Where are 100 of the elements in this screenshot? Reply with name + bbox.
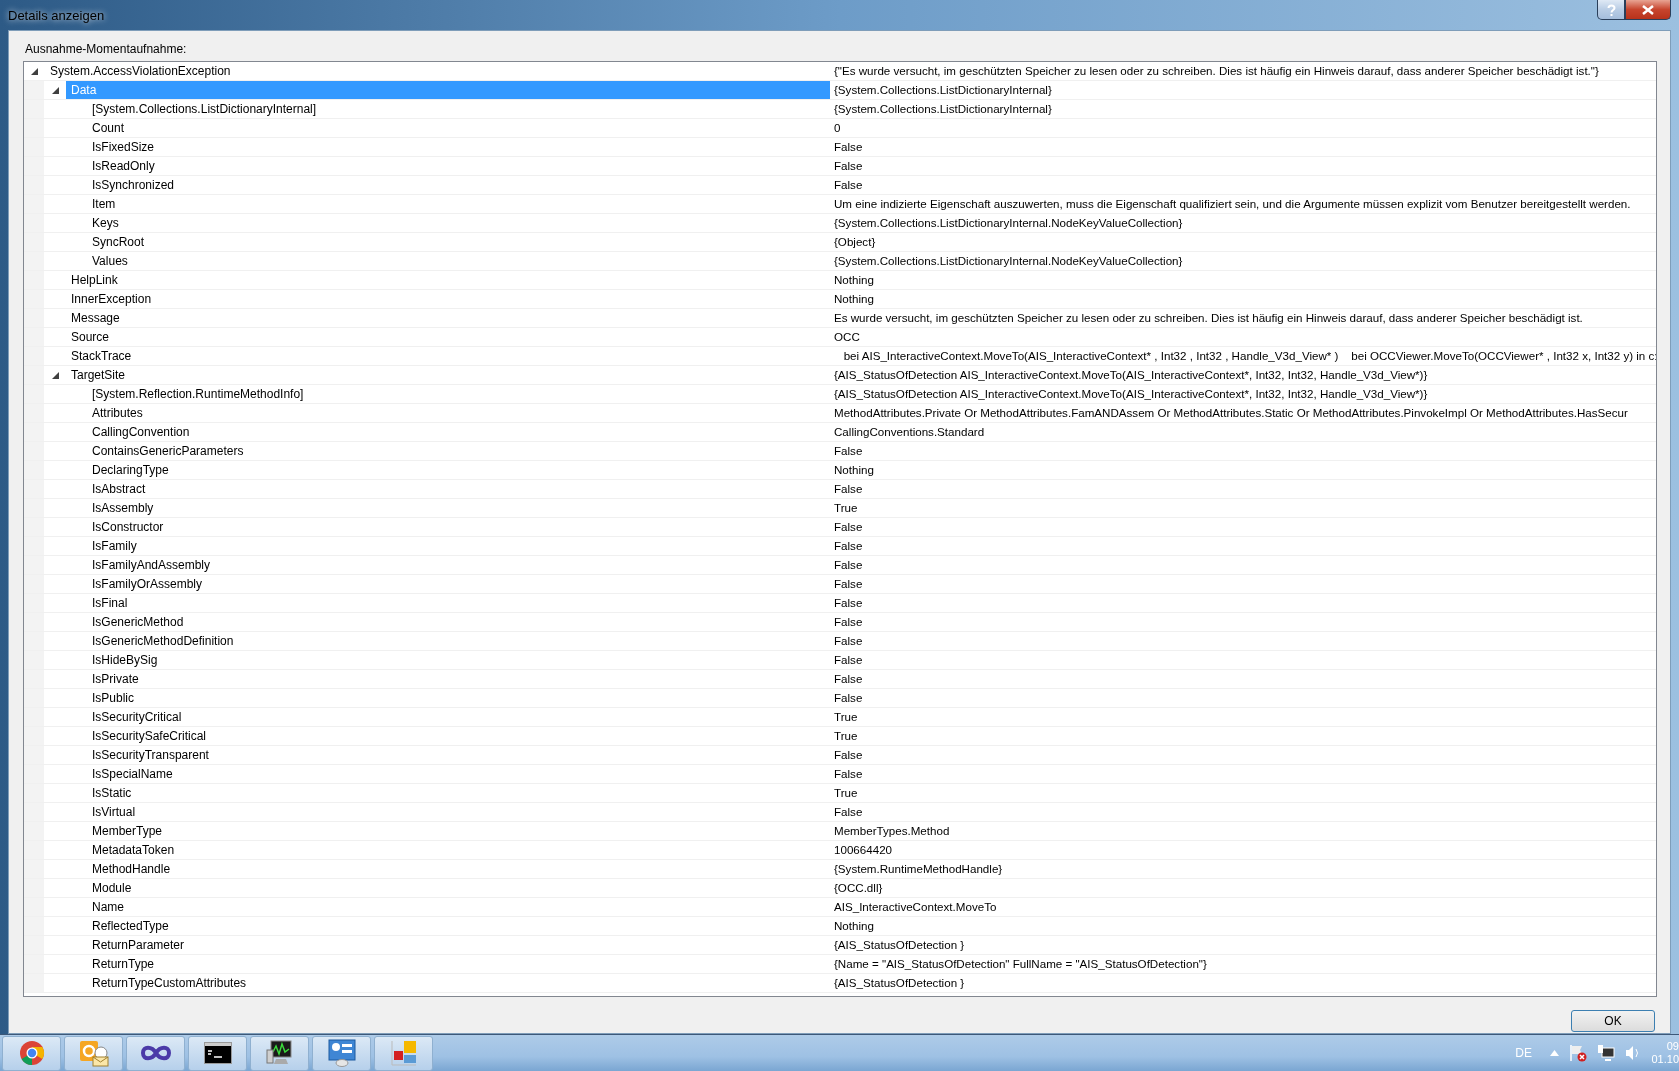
tree-item[interactable]: IsHideBySig bbox=[87, 651, 830, 669]
tree-item[interactable]: IsSecuritySafeCritical bbox=[87, 727, 830, 745]
value-cell-text: False bbox=[833, 671, 864, 687]
value-cell-text: False bbox=[833, 747, 864, 763]
help-icon bbox=[1606, 3, 1616, 16]
value-cell-text: {AIS_StatusOfDetection AIS_InteractiveContext.MoveTo(AIS_InteractiveContext*, Int32, Int32, Handle_V3d_View*)} bbox=[833, 367, 1429, 383]
close-button[interactable] bbox=[1625, 0, 1671, 20]
tree-item[interactable]: ReturnParameter bbox=[87, 936, 830, 954]
value-cell-text: MethodAttributes.Private Or MethodAttributes.FamANDAssem Or MethodAttributes.Static Or MethodAttributes.PinvokeImpl Or MethodAttributes.HasSecur bbox=[833, 405, 1629, 421]
tree-item[interactable]: IsReadOnly bbox=[87, 157, 830, 175]
help-button[interactable] bbox=[1597, 0, 1625, 20]
tree-item[interactable]: IsVirtual bbox=[87, 803, 830, 821]
tree-item[interactable]: IsFixedSize bbox=[87, 138, 830, 156]
tree-item[interactable]: ReturnTypeCustomAttributes bbox=[87, 974, 830, 992]
tree-item[interactable]: IsPrivate bbox=[87, 670, 830, 688]
tree-item[interactable]: IsSpecialName bbox=[87, 765, 830, 783]
tree-item[interactable]: TargetSite bbox=[66, 366, 830, 384]
tree-item[interactable]: System.AccessViolationException bbox=[45, 62, 830, 80]
value-cell-text: {AIS_StatusOfDetection AIS_InteractiveContext.MoveTo(AIS_InteractiveContext*, Int32, Int32, Handle_V3d_View*)} bbox=[833, 386, 1429, 402]
tree-item[interactable]: Keys bbox=[87, 214, 830, 232]
tree-item[interactable]: MetadataToken bbox=[87, 841, 830, 859]
tree-item[interactable]: Item bbox=[87, 195, 830, 213]
tree-item[interactable]: MemberType bbox=[87, 822, 830, 840]
close-icon bbox=[1642, 4, 1654, 15]
tree-item[interactable]: IsAbstract bbox=[87, 480, 830, 498]
value-cell-text: CallingConventions.Standard bbox=[833, 424, 986, 440]
ok-button[interactable]: OK bbox=[1571, 1010, 1655, 1032]
tree-item[interactable]: InnerException bbox=[66, 290, 830, 308]
value-cell-text: False bbox=[833, 595, 864, 611]
value-cell-text: bei AIS_InteractiveContext.MoveTo(AIS_InteractiveContext* , Int32 , Int32 , Handle_V3d_View* ) bei OCCViewer.MoveTo(OCCViewer* , Int32 x, Int32 y) in c: bbox=[842, 348, 1656, 364]
tree-item[interactable]: CallingConvention bbox=[87, 423, 830, 441]
tree-item[interactable]: ReflectedType bbox=[87, 917, 830, 935]
value-cell-text: MemberTypes.Method bbox=[833, 823, 951, 839]
tree-item[interactable]: IsAssembly bbox=[87, 499, 830, 517]
tree-item[interactable]: ReturnType bbox=[87, 955, 830, 973]
value-cell-text: Um eine indizierte Eigenschaft auszuwerten, muss die Eigenschaft qualifiziert sein, und die Argumente müssen explizit vom Benutzer bereitgestellt werden. bbox=[833, 196, 1632, 212]
value-cell-text: False bbox=[833, 766, 864, 782]
flag-icon[interactable] bbox=[1569, 1044, 1587, 1062]
value-cell-text: {System.Collections.ListDictionaryInternal} bbox=[833, 82, 1053, 98]
expanded-icon[interactable] bbox=[31, 67, 38, 75]
value-cell-text: True bbox=[833, 785, 859, 801]
tree-item[interactable]: StackTrace bbox=[66, 347, 830, 365]
value-cell-text: True bbox=[833, 728, 859, 744]
value-cell-text: Es wurde versucht, im geschützten Speicher zu lesen oder zu schreiben. Dies ist häufig ein Hinweis darauf, dass anderer Speicher beschädigt ist. bbox=[833, 310, 1584, 326]
value-cell-text: Nothing bbox=[833, 291, 875, 307]
tree-item[interactable]: Count bbox=[87, 119, 830, 137]
taskbar-button[interactable] bbox=[250, 1035, 309, 1071]
value-cell-text: False bbox=[833, 481, 864, 497]
value-cell-text: False bbox=[833, 633, 864, 649]
terminal-icon bbox=[203, 1042, 232, 1064]
tree-item[interactable]: Values bbox=[87, 252, 830, 270]
expanded-icon[interactable] bbox=[52, 371, 59, 379]
expanded-icon[interactable] bbox=[52, 86, 59, 94]
value-cell-text: Nothing bbox=[833, 272, 875, 288]
tree-item[interactable]: Module bbox=[87, 879, 830, 897]
tree-item[interactable]: MethodHandle bbox=[87, 860, 830, 878]
value-cell-text: {AIS_StatusOfDetection } bbox=[833, 975, 966, 991]
value-cell-text: {Name = "AIS_StatusOfDetection" FullName = "AIS_StatusOfDetection"} bbox=[833, 956, 1208, 972]
value-cell-text: {System.Collections.ListDictionaryInternal} bbox=[833, 101, 1053, 117]
panel-icon bbox=[327, 1039, 356, 1067]
value-cell-text: False bbox=[833, 139, 864, 155]
tree-item[interactable]: IsFamily bbox=[87, 537, 830, 555]
tree-item[interactable]: IsGenericMethodDefinition bbox=[87, 632, 830, 650]
value-cell-text: AIS_InteractiveContext.MoveTo bbox=[833, 899, 998, 915]
tree-item[interactable]: HelpLink bbox=[66, 271, 830, 289]
tree-item[interactable]: Source bbox=[66, 328, 830, 346]
tree-item[interactable]: IsGenericMethod bbox=[87, 613, 830, 631]
tree-item[interactable]: IsFinal bbox=[87, 594, 830, 612]
value-cell-text: False bbox=[833, 519, 864, 535]
value-cell-text: {System.Collections.ListDictionaryInternal.NodeKeyValueCollection} bbox=[833, 215, 1184, 231]
tree-item[interactable]: IsConstructor bbox=[87, 518, 830, 536]
taskbar-button[interactable] bbox=[188, 1035, 247, 1071]
tree-item[interactable]: IsSynchronized bbox=[87, 176, 830, 194]
tree-item[interactable]: Message bbox=[66, 309, 830, 327]
tiles-icon bbox=[389, 1039, 418, 1067]
tree-item[interactable]: SyncRoot bbox=[87, 233, 830, 251]
tree-item[interactable]: IsStatic bbox=[87, 784, 830, 802]
value-cell-text: True bbox=[833, 709, 859, 725]
tree-item[interactable]: [System.Collections.ListDictionaryInternal] bbox=[87, 100, 830, 118]
value-cell-text: False bbox=[833, 652, 864, 668]
value-cell-text: True bbox=[833, 500, 859, 516]
browser-icon bbox=[18, 1040, 45, 1066]
tree-item[interactable]: Attributes bbox=[87, 404, 830, 422]
tree-item[interactable]: IsFamilyAndAssembly bbox=[87, 556, 830, 574]
tree-item[interactable]: IsSecurityTransparent bbox=[87, 746, 830, 764]
tree-item[interactable]: Name bbox=[87, 898, 830, 916]
tree-item[interactable]: ContainsGenericParameters bbox=[87, 442, 830, 460]
taskbar-button[interactable] bbox=[126, 1035, 185, 1071]
tree-item[interactable]: DeclaringType bbox=[87, 461, 830, 479]
value-cell-text: 100664420 bbox=[833, 842, 894, 858]
tree-item[interactable]: IsSecurityCritical bbox=[87, 708, 830, 726]
tree-item[interactable]: IsPublic bbox=[87, 689, 830, 707]
value-cell-text: OCC bbox=[833, 329, 861, 345]
value-cell-text: False bbox=[833, 804, 864, 820]
tree-item[interactable]: [System.Reflection.RuntimeMethodInfo] bbox=[87, 385, 830, 403]
value-cell-text: {System.RuntimeMethodHandle} bbox=[833, 861, 1004, 877]
network-icon[interactable] bbox=[1597, 1044, 1615, 1062]
value-cell-text: {"Es wurde versucht, im geschützten Speicher zu lesen oder zu schreiben. Dies ist häufig ein Hinweis darauf, dass anderer Speicher beschädigt ist."} bbox=[833, 63, 1600, 79]
tree-item[interactable]: IsFamilyOrAssembly bbox=[87, 575, 830, 593]
value-cell-text: False bbox=[833, 443, 864, 459]
